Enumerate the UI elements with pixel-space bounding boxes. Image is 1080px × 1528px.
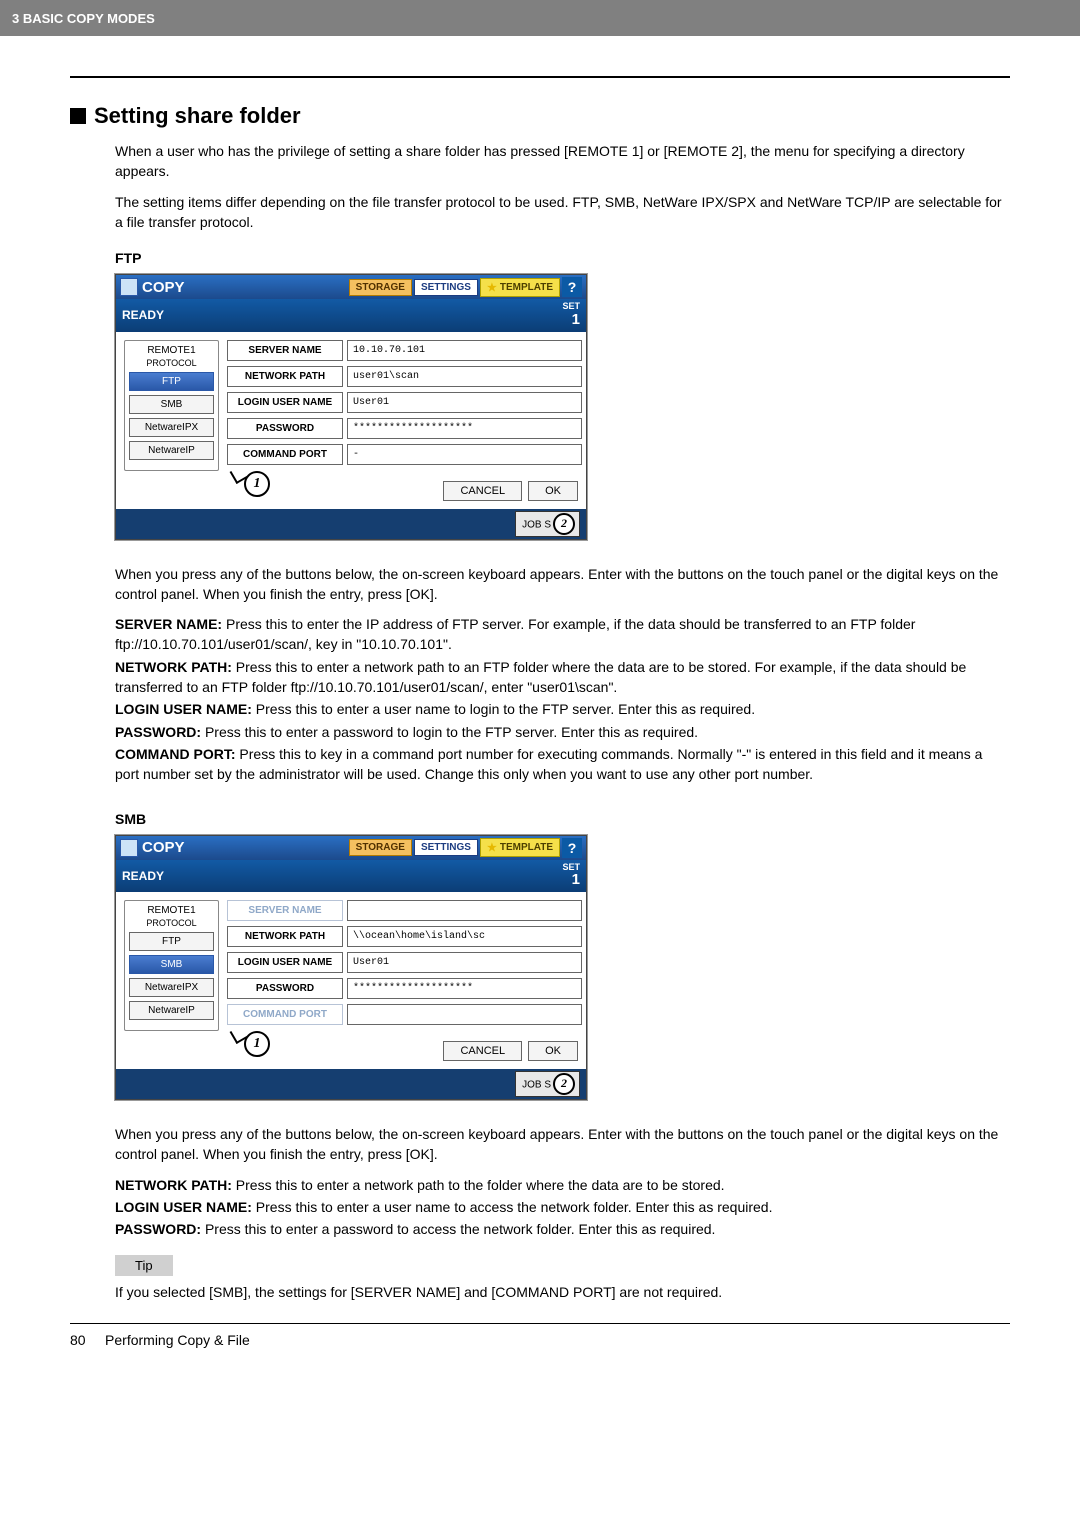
page-footer: 80 Performing Copy & File (0, 1324, 1080, 1368)
command-port-value (347, 1004, 582, 1025)
smb-heading: SMB (115, 811, 1010, 827)
job-status-button[interactable]: JOB S2 (515, 511, 580, 537)
ok-button[interactable]: OK (528, 481, 578, 501)
ready-label: READY (122, 308, 164, 322)
smb-screenshot: COPY STORAGE SETTINGS ★TEMPLATE ? READY … (115, 835, 587, 1100)
settings-button[interactable]: SETTINGS (414, 839, 478, 856)
titlebar-title: COPY (142, 839, 185, 856)
smb-network-path-desc: NETWORK PATH: Press this to enter a netw… (115, 1175, 1010, 1195)
titlebar-title: COPY (142, 279, 185, 296)
server-name-button: SERVER NAME (227, 900, 343, 921)
callout-2: 2 (553, 513, 575, 535)
protocol-ftp[interactable]: FTP (129, 932, 214, 951)
copy-icon (120, 278, 138, 296)
settings-button[interactable]: SETTINGS (414, 279, 478, 296)
titlebar: COPY STORAGE SETTINGS ★TEMPLATE ? (116, 275, 586, 299)
ftp-network-path-desc: NETWORK PATH: Press this to enter a netw… (115, 657, 1010, 698)
ftp-cmdport-desc: COMMAND PORT: Press this to key in a com… (115, 744, 1010, 785)
chapter-text: 3 BASIC COPY MODES (12, 11, 155, 26)
command-port-value: - (347, 444, 582, 465)
ftp-password-desc: PASSWORD: Press this to enter a password… (115, 722, 1010, 742)
status-bar: READY SET 1 (116, 860, 586, 892)
ok-button[interactable]: OK (528, 1041, 578, 1061)
network-path-button[interactable]: NETWORK PATH (227, 366, 343, 387)
callout-1: 1 (244, 471, 270, 497)
cancel-button[interactable]: CANCEL (443, 481, 522, 501)
password-button[interactable]: PASSWORD (227, 418, 343, 439)
login-user-button[interactable]: LOGIN USER NAME (227, 952, 343, 973)
protocol-frame: REMOTE1 PROTOCOL FTP SMB NetwareIPX Netw… (124, 900, 219, 1031)
ftp-login-desc: LOGIN USER NAME: Press this to enter a u… (115, 699, 1010, 719)
page-number: 80 (70, 1332, 86, 1348)
smb-login-desc: LOGIN USER NAME: Press this to enter a u… (115, 1197, 1010, 1217)
status-bar: READY SET 1 (116, 299, 586, 331)
section-title-text: Setting share folder (94, 103, 301, 129)
set-counter: SET 1 (562, 302, 580, 328)
ftp-screenshot: COPY STORAGE SETTINGS ★TEMPLATE ? READY … (115, 274, 587, 539)
help-button[interactable]: ? (562, 838, 582, 858)
template-button[interactable]: ★TEMPLATE (480, 838, 560, 857)
login-user-value: User01 (347, 952, 582, 973)
network-path-value: \\ocean\home\island\sc (347, 926, 582, 947)
password-value: ******************** (347, 418, 582, 439)
cancel-button[interactable]: CANCEL (443, 1041, 522, 1061)
password-value: ******************** (347, 978, 582, 999)
login-user-value: User01 (347, 392, 582, 413)
intro-para-1: When a user who has the privilege of set… (115, 141, 1010, 182)
smb-password-desc: PASSWORD: Press this to enter a password… (115, 1219, 1010, 1239)
command-port-button[interactable]: COMMAND PORT (227, 444, 343, 465)
protocol-netwareip[interactable]: NetwareIP (129, 441, 214, 460)
protocol-frame: REMOTE1 PROTOCOL FTP SMB NetwareIPX Netw… (124, 340, 219, 471)
tip-text: If you selected [SMB], the settings for … (115, 1282, 1010, 1302)
protocol-ftp[interactable]: FTP (129, 372, 214, 391)
star-icon: ★ (487, 281, 497, 294)
top-rule (70, 76, 1010, 78)
protocol-label: PROTOCOL (129, 358, 214, 368)
job-status-button[interactable]: JOB S2 (515, 1071, 580, 1097)
intro-para-2: The setting items differ depending on th… (115, 192, 1010, 233)
server-name-value: 10.10.70.101 (347, 340, 582, 361)
callout-1: 1 (244, 1031, 270, 1057)
titlebar: COPY STORAGE SETTINGS ★TEMPLATE ? (116, 836, 586, 860)
protocol-label: PROTOCOL (129, 918, 214, 928)
chapter-header: 3 BASIC COPY MODES (0, 0, 1080, 36)
remote-label: REMOTE1 (129, 905, 214, 916)
page-content: Setting share folder When a user who has… (0, 36, 1080, 1323)
protocol-smb[interactable]: SMB (129, 395, 214, 414)
ftp-heading: FTP (115, 250, 1010, 266)
section-title: Setting share folder (70, 103, 1010, 129)
template-button[interactable]: ★TEMPLATE (480, 278, 560, 297)
square-bullet-icon (70, 108, 86, 124)
ftp-server-name-desc: SERVER NAME: Press this to enter the IP … (115, 614, 1010, 655)
protocol-netwareip[interactable]: NetwareIP (129, 1001, 214, 1020)
protocol-smb[interactable]: SMB (129, 955, 214, 974)
storage-button[interactable]: STORAGE (349, 279, 412, 296)
star-icon: ★ (487, 841, 497, 854)
help-button[interactable]: ? (562, 277, 582, 297)
password-button[interactable]: PASSWORD (227, 978, 343, 999)
storage-button[interactable]: STORAGE (349, 839, 412, 856)
set-counter: SET 1 (562, 863, 580, 889)
protocol-netwareipx[interactable]: NetwareIPX (129, 418, 214, 437)
job-status-bar: JOB S2 (116, 509, 586, 539)
network-path-value: user01\scan (347, 366, 582, 387)
ready-label: READY (122, 869, 164, 883)
ftp-after-para: When you press any of the buttons below,… (115, 564, 1010, 605)
footer-title: Performing Copy & File (105, 1332, 250, 1348)
remote-label: REMOTE1 (129, 345, 214, 356)
protocol-netwareipx[interactable]: NetwareIPX (129, 978, 214, 997)
callout-2: 2 (553, 1073, 575, 1095)
login-user-button[interactable]: LOGIN USER NAME (227, 392, 343, 413)
server-name-button[interactable]: SERVER NAME (227, 340, 343, 361)
tip-label: Tip (115, 1255, 173, 1276)
network-path-button[interactable]: NETWORK PATH (227, 926, 343, 947)
command-port-button: COMMAND PORT (227, 1004, 343, 1025)
server-name-value (347, 900, 582, 921)
copy-icon (120, 839, 138, 857)
job-status-bar: JOB S2 (116, 1069, 586, 1099)
smb-after-para: When you press any of the buttons below,… (115, 1124, 1010, 1165)
